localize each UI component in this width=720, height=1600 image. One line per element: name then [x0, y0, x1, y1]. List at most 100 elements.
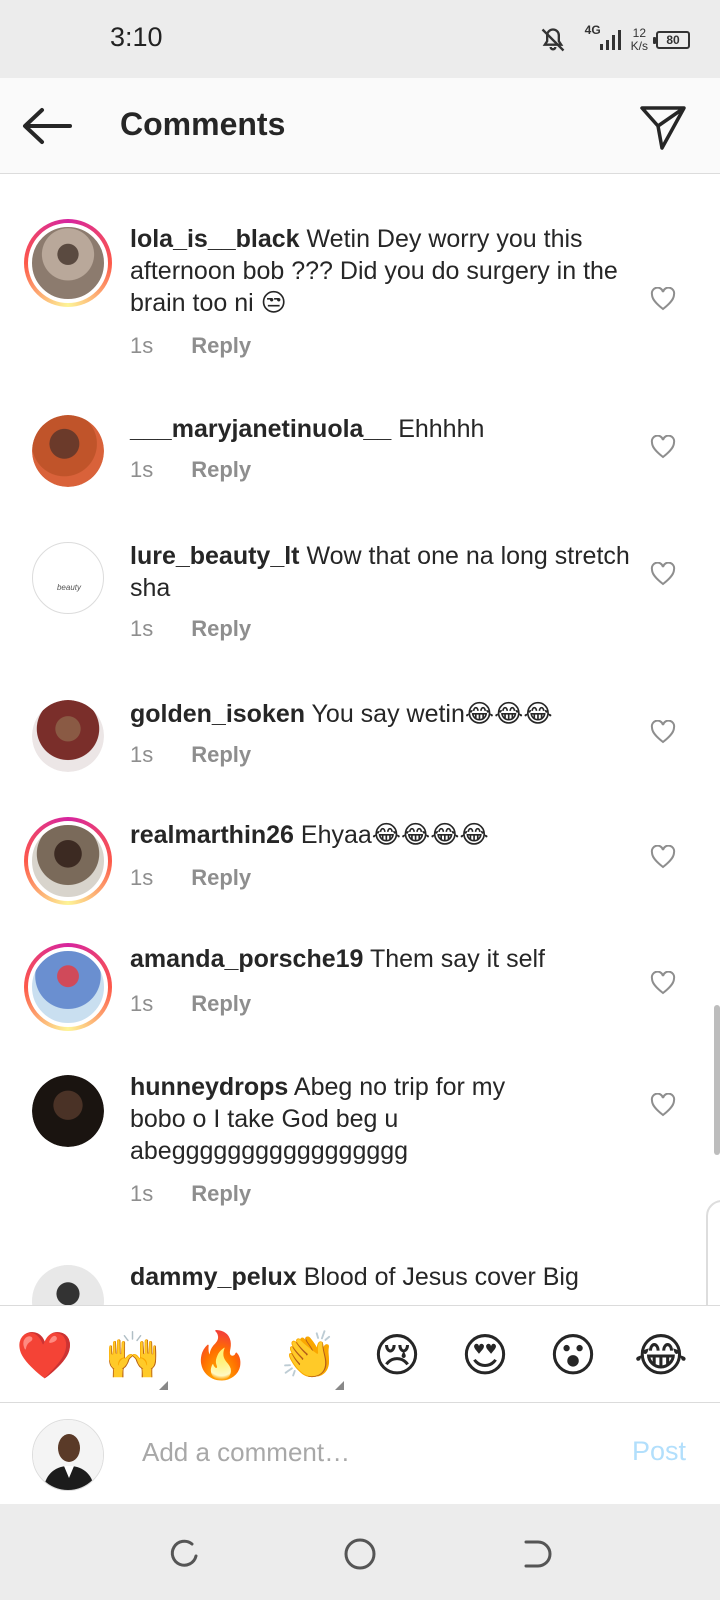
- comment-time: 1s: [130, 991, 154, 1016]
- system-nav-bar: [0, 1504, 720, 1600]
- comment-meta: 1s Reply: [130, 616, 251, 642]
- reply-button[interactable]: Reply: [191, 457, 251, 483]
- avatar[interactable]: [24, 817, 112, 905]
- emoji-raising-hands[interactable]: 🙌: [88, 1306, 178, 1404]
- comment-username[interactable]: hunneydrops: [130, 1073, 288, 1101]
- emoji-quick-bar: ❤️ 🙌 🔥 👏 😢 😍 😮 😂: [0, 1305, 720, 1403]
- recents-icon[interactable]: [166, 1536, 202, 1572]
- comment-body: lure_beauty_lt Wow that one na long stre…: [130, 540, 630, 604]
- comment-item: amanda_porsche19 Them say it self 1s Rep…: [0, 943, 720, 1053]
- comment-username[interactable]: ___maryjanetinuola__: [130, 415, 391, 443]
- reply-button[interactable]: Reply: [191, 1181, 251, 1207]
- signal-icon: [599, 30, 621, 50]
- comment-username[interactable]: realmarthin26: [130, 821, 294, 849]
- avatar[interactable]: beauty: [32, 542, 104, 614]
- avatar[interactable]: [24, 943, 112, 1031]
- comment-username[interactable]: lola_is__black: [130, 225, 300, 253]
- comments-list[interactable]: lola_is__black Wetin Dey worry you this …: [0, 175, 720, 1305]
- reply-button[interactable]: Reply: [191, 865, 251, 891]
- comment-time: 1s: [130, 457, 154, 482]
- status-time: 3:10: [110, 22, 163, 52]
- avatar[interactable]: [32, 1075, 104, 1147]
- comment-meta: 1s Reply: [130, 991, 251, 1017]
- comment-time: 1s: [130, 616, 154, 641]
- comment-username[interactable]: golden_isoken: [130, 700, 305, 728]
- comment-body: golden_isoken You say wetin😂😂😂: [130, 698, 630, 730]
- heart-icon[interactable]: [650, 1093, 676, 1117]
- avatar-logo-text: beauty: [56, 583, 82, 592]
- page-title: Comments: [120, 106, 286, 142]
- comment-time: 1s: [130, 1181, 154, 1206]
- home-icon[interactable]: [342, 1536, 378, 1572]
- comment-body: ___maryjanetinuola__ Ehhhhh: [130, 413, 630, 445]
- comment-composer: Post: [0, 1404, 720, 1504]
- comment-meta: 1s Reply: [130, 742, 251, 768]
- comment-time: 1s: [130, 742, 154, 767]
- emoji-crying[interactable]: 😢: [352, 1306, 442, 1404]
- comment-username[interactable]: dammy_pelux: [130, 1263, 297, 1291]
- battery-icon: 80: [653, 31, 690, 49]
- comment-text: Them say it self: [369, 945, 546, 973]
- comment-text: You say wetin😂😂😂: [311, 700, 553, 728]
- heart-icon[interactable]: [650, 562, 676, 586]
- comment-body: dammy_pelux Blood of Jesus cover Big: [130, 1261, 630, 1293]
- comment-item: ___maryjanetinuola__ Ehhhhh 1s Reply: [0, 415, 720, 525]
- my-avatar: [32, 1419, 104, 1491]
- share-icon[interactable]: [638, 102, 688, 152]
- status-icons: 4G 12 K/s 80: [539, 23, 690, 56]
- emoji-laughing[interactable]: 😂: [616, 1306, 706, 1404]
- heart-icon[interactable]: [650, 435, 676, 459]
- avatar[interactable]: [32, 415, 104, 487]
- comment-body: hunneydrops Abeg no trip for my bobo o I…: [130, 1071, 510, 1167]
- comment-text: Ehhhhh: [398, 415, 485, 443]
- reply-button[interactable]: Reply: [191, 742, 251, 768]
- comment-item: beauty lure_beauty_lt Wow that one na lo…: [0, 542, 720, 682]
- emoji-heart[interactable]: ❤️: [0, 1306, 90, 1404]
- comment-username[interactable]: amanda_porsche19: [130, 945, 363, 973]
- network-speed: 12 K/s: [631, 27, 648, 53]
- edge-panel-handle[interactable]: [706, 1200, 720, 1305]
- comment-username[interactable]: lure_beauty_lt: [130, 542, 300, 570]
- comment-meta: 1s Reply: [130, 865, 251, 891]
- comment-input[interactable]: [142, 1430, 582, 1474]
- header: Comments: [0, 78, 720, 174]
- avatar[interactable]: [24, 219, 112, 307]
- scrollbar[interactable]: [714, 1005, 720, 1155]
- network-type: 4G: [584, 23, 601, 37]
- comment-time: 1s: [130, 333, 154, 358]
- comment-meta: 1s Reply: [130, 333, 251, 359]
- battery-level: 80: [666, 33, 680, 47]
- heart-icon[interactable]: [650, 720, 676, 744]
- reply-button[interactable]: Reply: [191, 991, 251, 1017]
- emoji-fire[interactable]: 🔥: [176, 1306, 266, 1404]
- avatar[interactable]: [32, 700, 104, 772]
- post-button[interactable]: Post: [632, 1436, 686, 1467]
- back-nav-icon[interactable]: [518, 1536, 554, 1572]
- comment-body: realmarthin26 Ehyaa😂😂😂😂: [130, 819, 630, 851]
- comment-item: lola_is__black Wetin Dey worry you this …: [0, 215, 720, 385]
- emoji-heart-eyes[interactable]: 😍: [440, 1306, 530, 1404]
- comment-item: dammy_pelux Blood of Jesus cover Big: [0, 1263, 720, 1305]
- comment-time: 1s: [130, 865, 154, 890]
- comment-text: Ehyaa😂😂😂😂: [300, 821, 489, 849]
- status-bar: 3:10 4G 12 K/s 80: [0, 0, 720, 78]
- back-arrow-icon[interactable]: [20, 104, 74, 148]
- comment-text: Blood of Jesus cover Big: [303, 1263, 579, 1291]
- reply-button[interactable]: Reply: [191, 616, 251, 642]
- avatar[interactable]: [32, 1265, 104, 1305]
- heart-icon[interactable]: [650, 845, 676, 869]
- reply-button[interactable]: Reply: [191, 333, 251, 359]
- comment-meta: 1s Reply: [130, 457, 251, 483]
- comment-item: realmarthin26 Ehyaa😂😂😂😂 1s Reply: [0, 817, 720, 927]
- comment-meta: 1s Reply: [130, 1181, 251, 1207]
- comment-body: lola_is__black Wetin Dey worry you this …: [130, 223, 630, 319]
- comment-body: amanda_porsche19 Them say it self: [130, 943, 630, 975]
- emoji-clap[interactable]: 👏: [264, 1306, 354, 1404]
- emoji-surprised[interactable]: 😮: [528, 1306, 618, 1404]
- speed-unit: K/s: [630, 39, 648, 53]
- profile-photo-icon: [33, 1420, 103, 1490]
- heart-icon[interactable]: [650, 971, 676, 995]
- heart-icon[interactable]: [650, 287, 676, 311]
- notifications-off-icon: [541, 28, 564, 52]
- comment-item: golden_isoken You say wetin😂😂😂 1s Reply: [0, 700, 720, 810]
